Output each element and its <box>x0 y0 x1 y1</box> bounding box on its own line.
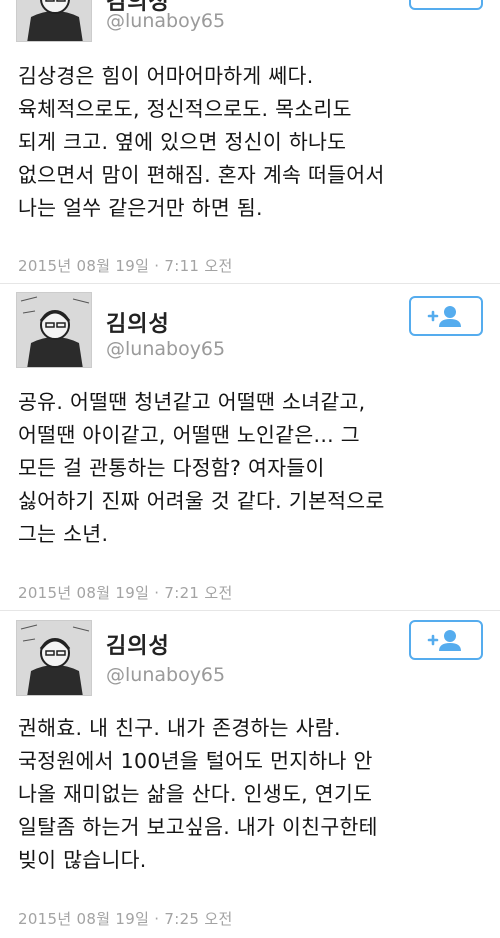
add-user-icon <box>427 306 461 327</box>
timestamp[interactable]: 2015년 08월 19일 · 7:21 오전 <box>18 582 233 603</box>
avatar[interactable] <box>16 292 92 368</box>
add-user-icon <box>427 630 461 651</box>
avatar[interactable] <box>16 0 92 42</box>
follow-button[interactable] <box>409 620 483 660</box>
tweet-text: 공유. 어떨땐 청년같고 어떨땐 소녀같고, 어떨땐 아이같고, 어떨땐 노인같… <box>18 390 385 546</box>
user-handle[interactable]: @lunaboy65 <box>106 338 225 360</box>
portrait-sketch-icon <box>17 293 91 367</box>
divider <box>0 283 500 284</box>
timestamp[interactable]: 2015년 08월 19일 · 7:25 오전 <box>18 908 233 929</box>
display-name[interactable]: 김의성 <box>106 628 170 660</box>
user-handle[interactable]: @lunaboy65 <box>106 10 225 32</box>
follow-button[interactable] <box>409 0 483 10</box>
display-name[interactable]: 김의성 <box>106 306 170 338</box>
tweet-text: 김상경은 힘이 어마어마하게 쎄다. 육체적으로도, 정신적으로도. 목소리도 … <box>18 64 385 220</box>
portrait-sketch-icon <box>17 621 91 695</box>
divider <box>0 610 500 611</box>
follow-button[interactable] <box>409 296 483 336</box>
tweet-text: 권해효. 내 친구. 내가 존경하는 사람. 국정원에서 100년을 털어도 먼… <box>18 716 378 872</box>
portrait-sketch-icon <box>17 0 91 41</box>
user-handle[interactable]: @lunaboy65 <box>106 664 225 686</box>
avatar[interactable] <box>16 620 92 696</box>
timestamp[interactable]: 2015년 08월 19일 · 7:11 오전 <box>18 255 233 276</box>
